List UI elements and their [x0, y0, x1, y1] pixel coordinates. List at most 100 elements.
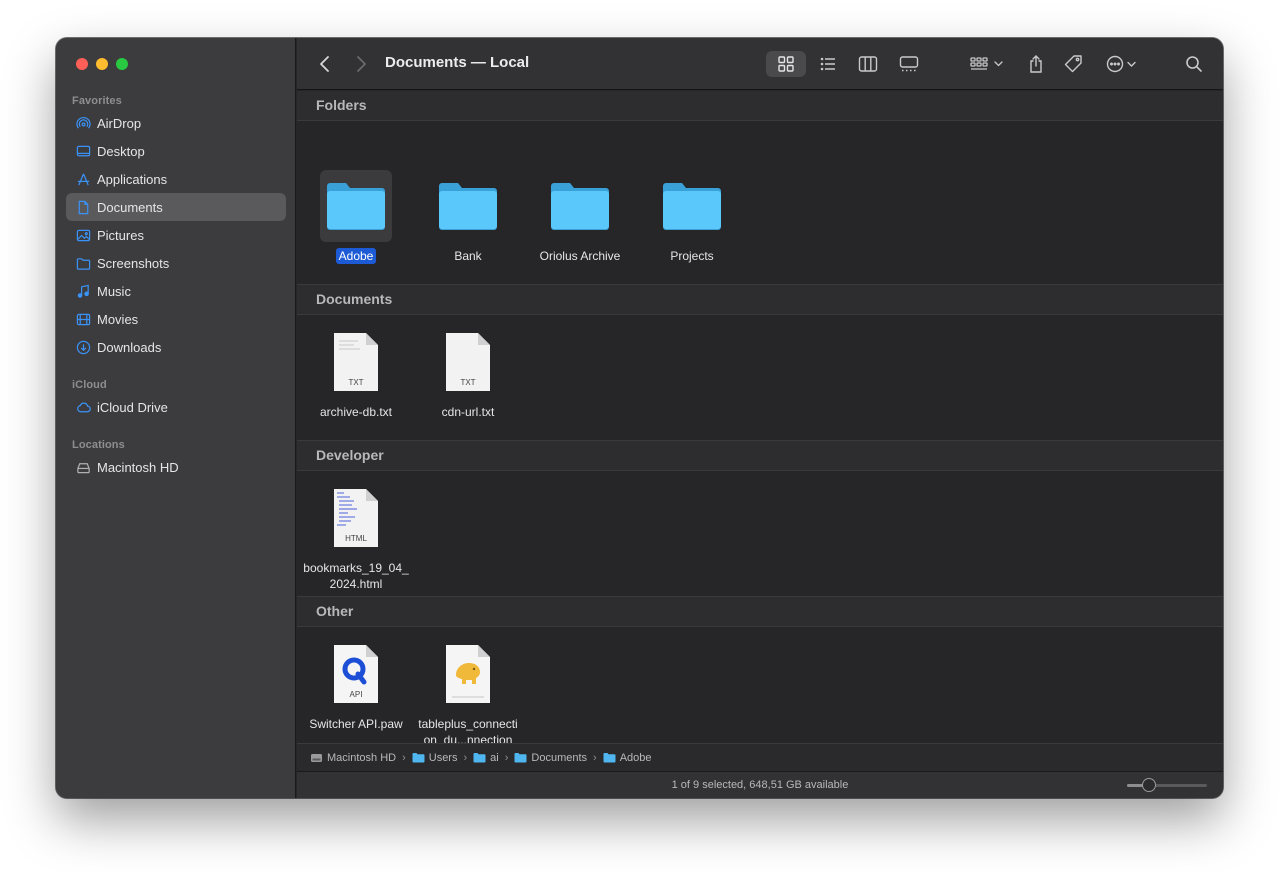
sidebar-item-label: iCloud Drive — [97, 399, 168, 415]
folder-icon — [603, 752, 616, 763]
column-view-button[interactable] — [850, 51, 886, 77]
sidebar-item-label: Macintosh HD — [97, 459, 179, 475]
path-crumb-label: Adobe — [619, 751, 652, 764]
icon-view-button[interactable] — [766, 51, 806, 77]
sidebar: Favorites AirDrop Desktop Applications D… — [56, 38, 296, 798]
folder-icon — [320, 170, 392, 242]
sidebar-item-applications[interactable]: Applications — [66, 165, 286, 193]
group-title: Folders — [316, 97, 367, 113]
applications-icon — [75, 171, 91, 187]
file-browser: Folders Adobe Bank Oriolus Archive Proje… — [297, 91, 1223, 747]
status-text: 1 of 9 selected, 648,51 GB available — [671, 779, 849, 791]
grid-icon — [778, 56, 794, 72]
sidebar-item-macintosh-hd[interactable]: Macintosh HD — [66, 453, 286, 481]
chevron-right-icon — [357, 56, 366, 72]
file-badge: API — [350, 690, 363, 699]
item-label: Projects — [670, 249, 714, 263]
columns-icon — [858, 56, 878, 72]
path-crumb-adobe[interactable]: Adobe — [603, 752, 652, 764]
sidebar-item-label: AirDrop — [97, 115, 142, 131]
zoom-button[interactable] — [116, 58, 128, 70]
sidebar-item-music[interactable]: Music — [66, 277, 286, 305]
ellipsis-circle-icon — [1106, 55, 1136, 73]
item-label: Bank — [454, 249, 482, 263]
folder-icon — [432, 170, 504, 242]
file-badge: TXT — [348, 378, 363, 387]
folder-item-bank[interactable]: Bank — [412, 170, 524, 265]
file-item-cdn-url[interactable]: TXT cdn-url.txt — [412, 326, 524, 421]
sidebar-item-label: Desktop — [97, 143, 145, 159]
group-title: Documents — [316, 291, 393, 307]
desktop-icon — [75, 143, 91, 159]
tags-button[interactable] — [1059, 51, 1089, 77]
forward-button[interactable] — [349, 51, 373, 77]
list-view-button[interactable] — [810, 51, 846, 77]
share-button[interactable] — [1021, 51, 1051, 77]
chevron-right-icon: › — [593, 751, 597, 764]
sidebar-item-screenshots[interactable]: Screenshots — [66, 249, 286, 277]
file-item-bookmarks-html[interactable]: HTML bookmarks_19_04_2024.html — [300, 482, 412, 593]
sidebar-item-movies[interactable]: Movies — [66, 305, 286, 333]
search-button[interactable] — [1179, 51, 1209, 77]
finder-window: Favorites AirDrop Desktop Applications D… — [56, 38, 1223, 798]
file-item-tableplus-connection[interactable]: tableplus_connection_du...nnection — [412, 638, 524, 749]
cloud-icon — [75, 399, 91, 415]
folder-icon — [544, 170, 616, 242]
close-button[interactable] — [76, 58, 88, 70]
tableplus-file-icon — [432, 638, 504, 710]
sidebar-item-icloud-drive[interactable]: iCloud Drive — [66, 393, 286, 421]
file-badge: HTML — [345, 534, 367, 543]
path-crumb-users[interactable]: Users › — [412, 752, 473, 764]
sidebar-item-pictures[interactable]: Pictures — [66, 221, 286, 249]
file-badge: TXT — [460, 378, 475, 387]
text-file-icon: TXT — [320, 326, 392, 398]
gallery-view-button[interactable] — [891, 51, 927, 77]
sidebar-item-label: Documents — [97, 199, 163, 215]
html-file-icon: HTML — [320, 482, 392, 554]
back-button[interactable] — [313, 51, 337, 77]
icon-size-slider[interactable] — [1127, 778, 1207, 792]
toolbar: Documents — Local — [297, 38, 1223, 90]
status-bar: 1 of 9 selected, 648,51 GB available — [297, 771, 1223, 798]
file-item-switcher-api[interactable]: API Switcher API.paw — [300, 638, 412, 733]
path-crumb-macintosh-hd[interactable]: Macintosh HD › — [310, 752, 412, 764]
disk-icon — [310, 752, 323, 764]
movies-icon — [75, 311, 91, 327]
pictures-icon — [75, 227, 91, 243]
file-item-archive-db[interactable]: TXT archive-db.txt — [300, 326, 412, 421]
folder-icon — [75, 255, 91, 271]
sidebar-section-favorites: Favorites — [72, 95, 122, 107]
window-controls — [76, 58, 128, 70]
group-title: Other — [316, 603, 354, 619]
sidebar-item-desktop[interactable]: Desktop — [66, 137, 286, 165]
folder-icon — [412, 752, 425, 763]
minimize-button[interactable] — [96, 58, 108, 70]
list-icon — [820, 57, 835, 71]
folder-item-oriolus-archive[interactable]: Oriolus Archive — [524, 170, 636, 265]
sidebar-item-documents[interactable]: Documents — [66, 193, 286, 221]
folder-item-adobe[interactable]: Adobe — [300, 170, 412, 265]
folder-item-projects[interactable]: Projects — [636, 170, 748, 265]
group-title: Developer — [316, 447, 384, 463]
more-actions-button[interactable] — [1103, 51, 1143, 77]
path-crumb-label: Macintosh HD — [327, 751, 397, 764]
group-by-button[interactable] — [965, 51, 1009, 77]
paw-file-icon: API — [320, 638, 392, 710]
sidebar-item-downloads[interactable]: Downloads — [66, 333, 286, 361]
folder-icon — [473, 752, 486, 763]
downloads-icon — [75, 339, 91, 355]
path-crumb-documents[interactable]: Documents › — [514, 752, 602, 764]
window-title: Documents — Local — [385, 54, 530, 71]
sidebar-item-airdrop[interactable]: AirDrop — [66, 109, 286, 137]
path-crumb-label: Users — [428, 751, 458, 764]
sidebar-item-label: Screenshots — [97, 255, 170, 271]
sidebar-item-label: Applications — [97, 171, 168, 187]
path-crumb-ai[interactable]: ai › — [473, 752, 514, 764]
search-icon — [1186, 56, 1202, 72]
path-crumb-label: Documents — [531, 751, 588, 764]
chevron-left-icon — [320, 56, 329, 72]
group-header-documents: Documents — [297, 285, 1223, 315]
sidebar-item-label: Pictures — [97, 227, 144, 243]
path-bar: Macintosh HD › Users › ai › Documents › … — [297, 743, 1223, 771]
airdrop-icon — [75, 115, 91, 131]
